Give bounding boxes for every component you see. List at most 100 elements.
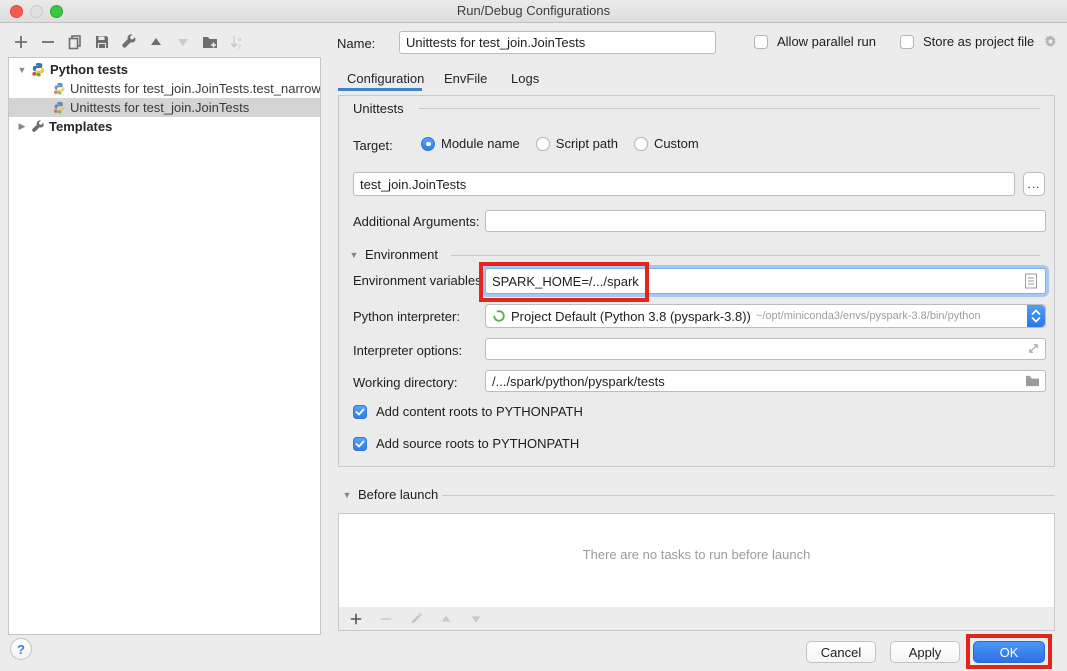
tree-item-label: Python tests bbox=[50, 62, 128, 77]
radio-module-name[interactable]: Module name bbox=[421, 136, 520, 151]
cancel-button[interactable]: Cancel bbox=[806, 641, 876, 663]
templates-wrench-icon bbox=[31, 120, 45, 134]
before-launch-task-list: There are no tasks to run before launch bbox=[338, 513, 1055, 608]
before-launch-collapse-icon[interactable] bbox=[342, 490, 352, 500]
configurations-toolbar: az bbox=[12, 30, 246, 54]
tree-item-templates[interactable]: Templates bbox=[9, 117, 320, 136]
save-icon[interactable] bbox=[93, 33, 111, 51]
virtualenv-icon bbox=[492, 309, 506, 323]
module-name-input[interactable] bbox=[353, 172, 1015, 196]
tree-item-python-tests[interactable]: Python tests bbox=[9, 60, 320, 79]
add-icon[interactable] bbox=[347, 610, 365, 628]
help-button[interactable]: ? bbox=[10, 638, 32, 660]
tree-item-unittests-test-narrow[interactable]: Unittests for test_join.JoinTests.test_n… bbox=[9, 79, 320, 98]
radio-dot bbox=[536, 137, 550, 151]
active-tab-indicator bbox=[338, 88, 422, 91]
add-content-roots-row: Add content roots to PYTHONPATH bbox=[353, 404, 583, 419]
add-icon[interactable] bbox=[12, 33, 30, 51]
target-radio-group: Module name Script path Custom bbox=[421, 136, 699, 151]
tab-logs[interactable]: Logs bbox=[511, 71, 539, 86]
remove-icon[interactable] bbox=[39, 33, 57, 51]
tree-item-unittests-jointests-selected[interactable]: Unittests for test_join.JoinTests bbox=[9, 98, 320, 117]
move-down-icon[interactable] bbox=[467, 610, 485, 628]
before-launch-toolbar bbox=[338, 607, 1055, 631]
ok-button[interactable]: OK bbox=[973, 641, 1045, 663]
radio-dot bbox=[634, 137, 648, 151]
dropdown-stepper-icon[interactable] bbox=[1027, 305, 1045, 327]
working-directory-label: Working directory: bbox=[353, 375, 458, 390]
move-up-icon[interactable] bbox=[437, 610, 455, 628]
configuration-panel: Unittests Target: Module name Script pat… bbox=[338, 95, 1055, 467]
configurations-tree: Python tests Unittests for test_join.Joi… bbox=[8, 57, 321, 635]
environment-variables-input[interactable] bbox=[485, 268, 1046, 294]
sort-alphabetically-icon[interactable]: az bbox=[228, 33, 246, 51]
title-bar: Run/Debug Configurations bbox=[0, 0, 1067, 23]
new-folder-icon[interactable] bbox=[201, 33, 219, 51]
add-source-roots-row: Add source roots to PYTHONPATH bbox=[353, 436, 579, 451]
python-interpreter-label: Python interpreter: bbox=[353, 309, 460, 324]
environment-collapse-icon[interactable] bbox=[349, 250, 359, 260]
additional-arguments-label: Additional Arguments: bbox=[353, 214, 479, 229]
python-interpreter-path: ~/opt/miniconda3/envs/pyspark-3.8/bin/py… bbox=[756, 310, 981, 322]
store-as-project-file-row: Store as project file bbox=[900, 34, 1058, 49]
move-up-icon[interactable] bbox=[147, 33, 165, 51]
copy-icon[interactable] bbox=[66, 33, 84, 51]
before-launch-title: Before launch bbox=[358, 487, 438, 502]
environment-section-title: Environment bbox=[365, 247, 438, 262]
window-title: Run/Debug Configurations bbox=[0, 3, 1067, 18]
radio-dot bbox=[421, 137, 435, 151]
add-source-roots-label: Add source roots to PYTHONPATH bbox=[376, 436, 579, 451]
group-divider bbox=[419, 108, 1040, 109]
add-source-roots-checkbox[interactable] bbox=[353, 437, 367, 451]
allow-parallel-run-row: Allow parallel run bbox=[754, 34, 876, 49]
environment-divider bbox=[451, 255, 1040, 256]
python-tests-icon bbox=[31, 62, 46, 77]
store-as-project-file-label: Store as project file bbox=[923, 34, 1034, 49]
unittests-group-title: Unittests bbox=[353, 101, 404, 116]
allow-parallel-run-label: Allow parallel run bbox=[777, 34, 876, 49]
add-content-roots-checkbox[interactable] bbox=[353, 405, 367, 419]
collapse-arrow-icon[interactable] bbox=[17, 65, 27, 75]
additional-arguments-input[interactable] bbox=[485, 210, 1046, 232]
name-label: Name: bbox=[337, 36, 375, 51]
python-test-icon bbox=[53, 82, 66, 95]
interpreter-options-label: Interpreter options: bbox=[353, 343, 462, 358]
expand-arrow-icon[interactable] bbox=[17, 121, 27, 132]
svg-text:a: a bbox=[238, 36, 242, 43]
edit-variables-icon[interactable] bbox=[1024, 273, 1038, 289]
settings-gear-icon[interactable] bbox=[1043, 34, 1058, 49]
target-label: Target: bbox=[353, 138, 393, 153]
allow-parallel-run-checkbox[interactable] bbox=[754, 35, 768, 49]
edit-templates-wrench-icon[interactable] bbox=[120, 33, 138, 51]
radio-custom[interactable]: Custom bbox=[634, 136, 699, 151]
browse-button[interactable]: ... bbox=[1023, 172, 1045, 196]
tab-envfile[interactable]: EnvFile bbox=[444, 71, 487, 86]
working-directory-input[interactable] bbox=[485, 370, 1046, 392]
edit-icon[interactable] bbox=[407, 610, 425, 628]
add-content-roots-label: Add content roots to PYTHONPATH bbox=[376, 404, 583, 419]
folder-icon[interactable] bbox=[1025, 374, 1040, 387]
environment-variables-label: Environment variables: bbox=[353, 273, 485, 288]
interpreter-options-input[interactable] bbox=[485, 338, 1046, 360]
name-input[interactable] bbox=[399, 31, 716, 54]
svg-text:z: z bbox=[238, 44, 241, 51]
tree-item-label: Unittests for test_join.JoinTests.test_n… bbox=[70, 81, 320, 96]
before-launch-divider bbox=[442, 495, 1055, 496]
run-debug-configurations-dialog: Run/Debug Configurations az Pyth bbox=[0, 0, 1067, 671]
move-down-icon[interactable] bbox=[174, 33, 192, 51]
before-launch-empty-message: There are no tasks to run before launch bbox=[339, 547, 1054, 562]
expand-field-icon[interactable] bbox=[1027, 342, 1040, 355]
radio-label: Script path bbox=[556, 136, 618, 151]
remove-icon[interactable] bbox=[377, 610, 395, 628]
radio-label: Module name bbox=[441, 136, 520, 151]
tree-item-label: Unittests for test_join.JoinTests bbox=[70, 100, 249, 115]
apply-button[interactable]: Apply bbox=[890, 641, 960, 663]
radio-script-path[interactable]: Script path bbox=[536, 136, 618, 151]
python-interpreter-select[interactable]: Project Default (Python 3.8 (pyspark-3.8… bbox=[485, 304, 1046, 328]
tree-item-label: Templates bbox=[49, 119, 112, 134]
python-interpreter-value: Project Default (Python 3.8 (pyspark-3.8… bbox=[511, 309, 751, 324]
store-as-project-file-checkbox[interactable] bbox=[900, 35, 914, 49]
tab-configuration[interactable]: Configuration bbox=[347, 71, 424, 86]
radio-label: Custom bbox=[654, 136, 699, 151]
python-test-icon bbox=[53, 101, 66, 114]
